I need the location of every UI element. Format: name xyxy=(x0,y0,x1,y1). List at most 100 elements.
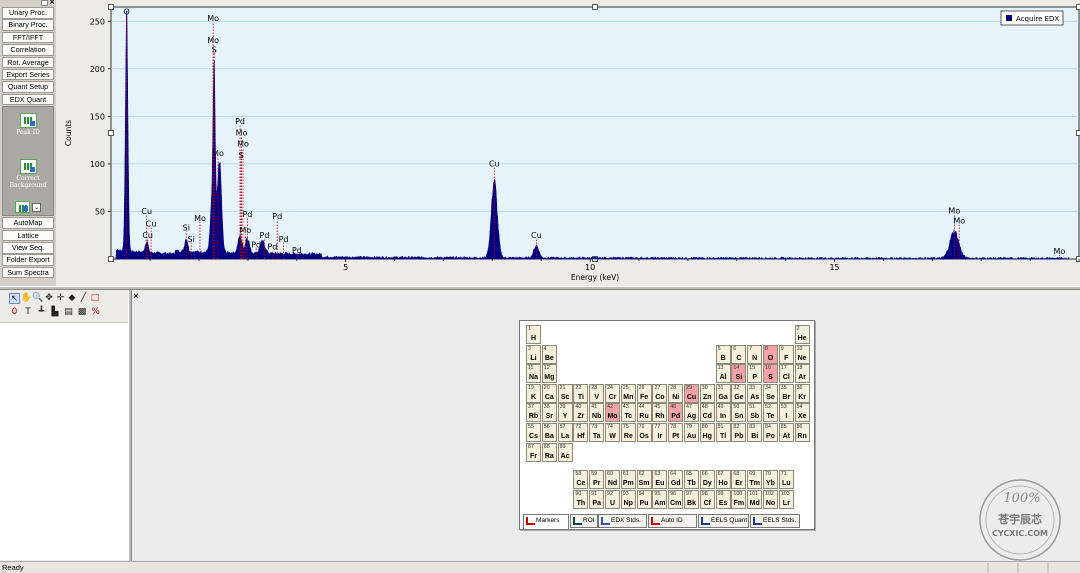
marker-label-mo[interactable]: Mo xyxy=(1054,247,1066,256)
element-rb[interactable]: 37 Rb xyxy=(526,403,541,423)
marker-label-mo[interactable]: Mo xyxy=(240,226,252,235)
element-at[interactable]: 85 At xyxy=(778,423,794,442)
element-v[interactable]: 23 V xyxy=(589,383,605,403)
element-ti[interactable]: 22 Ti xyxy=(573,383,589,403)
element-as[interactable]: 33 As xyxy=(747,383,763,403)
element-pu[interactable]: 94 Pu xyxy=(636,489,652,509)
rect-icon[interactable]: □ xyxy=(90,293,101,304)
resize-handle[interactable] xyxy=(1076,4,1080,10)
element-o[interactable]: 8O xyxy=(763,344,778,364)
element-i[interactable]: 53 I xyxy=(778,403,794,423)
marker-label-cu[interactable]: Cu xyxy=(142,231,153,240)
element-na[interactable]: 11 Na xyxy=(526,364,541,384)
sum-spectra-button[interactable]: Sum Spectra xyxy=(2,266,54,279)
element-s[interactable]: 16 S xyxy=(763,364,778,384)
element-in[interactable]: 49 In xyxy=(715,403,731,423)
hand-pan-icon[interactable]: ✋ xyxy=(21,293,32,304)
line-icon[interactable]: ╱ xyxy=(78,293,89,304)
marker-label-s[interactable]: S xyxy=(212,46,217,55)
element-ra[interactable]: 88 Ra xyxy=(541,442,557,462)
element-ir[interactable]: 77 Ir xyxy=(652,423,668,442)
element-mn[interactable]: 25 Mn xyxy=(620,383,636,403)
element-br[interactable]: 35 Br xyxy=(778,383,794,403)
tab-eels-stds[interactable]: EELS Stds. xyxy=(750,514,800,528)
zoom-icon[interactable]: 🔍 xyxy=(32,293,43,304)
element-p[interactable]: 15 P xyxy=(747,364,763,384)
zero-marker-icon[interactable]: 0 xyxy=(9,307,20,318)
element-np[interactable]: 93 Np xyxy=(620,489,636,509)
resize-handle[interactable] xyxy=(592,4,598,10)
select-arrow-icon[interactable]: ↖ xyxy=(9,293,20,304)
element-zn[interactable]: 30 Zn xyxy=(699,383,715,403)
element-ca[interactable]: 20 Ca xyxy=(541,383,557,403)
element-ce[interactable]: 58 Ce xyxy=(573,470,589,490)
element-y[interactable]: 39 Y xyxy=(557,403,573,423)
marker-label-cu[interactable]: Cu xyxy=(489,160,500,169)
element-mg[interactable]: 12 Mg xyxy=(541,364,557,384)
element-rn[interactable]: 86 Rn xyxy=(794,423,810,442)
element-fr[interactable]: 87 Fr xyxy=(526,442,541,462)
close-icon[interactable]: × xyxy=(49,0,55,6)
percent-icon[interactable]: % xyxy=(90,307,101,318)
element-cl[interactable]: 17 Cl xyxy=(778,364,794,384)
correlation-button[interactable]: Correlation xyxy=(2,44,54,56)
element-nd[interactable]: 60 Nd xyxy=(605,470,620,490)
element-n[interactable]: 7N xyxy=(747,344,763,364)
element-sb[interactable]: 51 Sb xyxy=(747,403,763,423)
element-kr[interactable]: 36 Kr xyxy=(794,383,810,403)
element-ho[interactable]: 67 Ho xyxy=(715,470,731,490)
binary-proc-button[interactable]: Binary Proc. xyxy=(2,19,54,31)
element-no[interactable]: 102 No xyxy=(763,489,778,509)
element-bk[interactable]: 97 Bk xyxy=(684,489,699,509)
marker-label-pd[interactable]: Pd xyxy=(272,212,282,221)
marker-label-o[interactable]: O xyxy=(123,8,129,17)
element-ni[interactable]: 28 Ni xyxy=(668,383,684,403)
element-xe[interactable]: 54 Xe xyxy=(794,403,810,423)
marker-label-pd[interactable]: Pd xyxy=(267,242,277,251)
marker-label-mo[interactable]: Mo xyxy=(194,214,206,223)
element-pt[interactable]: 78 Pt xyxy=(668,423,684,442)
automap-button[interactable]: AutoMap xyxy=(2,217,54,229)
chevron-down-icon[interactable]: ⌄ xyxy=(31,203,41,213)
marker-label-mo[interactable]: Mo xyxy=(212,149,224,158)
element-se[interactable]: 34 Se xyxy=(763,383,778,403)
marker-label-cu[interactable]: Cu xyxy=(146,220,157,229)
element-lu[interactable]: 71 Lu xyxy=(778,470,794,490)
element-he[interactable]: 2 He xyxy=(794,325,810,344)
unary-proc-button[interactable]: Unary Proc. xyxy=(2,7,54,19)
bar-icon[interactable]: ▙ xyxy=(50,307,61,318)
element-th[interactable]: 90 Th xyxy=(573,489,589,509)
element-ac[interactable]: 89 Ac xyxy=(557,442,573,462)
element-b[interactable]: 5B xyxy=(715,344,731,364)
element-ga[interactable]: 31 Ga xyxy=(715,383,731,403)
element-sc[interactable]: 21 Sc xyxy=(557,383,573,403)
element-tm[interactable]: 69 Tm xyxy=(747,470,763,490)
element-ru[interactable]: 44 Ru xyxy=(636,403,652,423)
element-sr[interactable]: 38 Sr xyxy=(541,403,557,423)
element-bi[interactable]: 83 Bi xyxy=(747,423,763,442)
element-es[interactable]: 99 Es xyxy=(715,489,731,509)
element-ar[interactable]: 18 Ar xyxy=(794,364,810,384)
grid-icon[interactable]: ▩ xyxy=(77,307,88,318)
element-co[interactable]: 27 Co xyxy=(652,383,668,403)
marker-label-mo[interactable]: Mo xyxy=(207,36,219,45)
tab-markers[interactable]: Markers xyxy=(523,514,569,529)
view-seq-button[interactable]: View Seq. xyxy=(2,242,54,254)
peak-id-button[interactable]: Peak ID xyxy=(3,113,53,136)
fft-ifft-button[interactable]: FFT/IFFT xyxy=(2,31,54,44)
element-si[interactable]: 14 Si xyxy=(731,364,747,384)
marker-label-pd[interactable]: Pd xyxy=(260,231,270,240)
element-pb[interactable]: 82 Pb xyxy=(731,423,747,442)
tab-eels-quant[interactable]: EELS Quant xyxy=(698,514,749,528)
marker-label-cu[interactable]: Cu xyxy=(141,207,152,216)
resize-handle[interactable] xyxy=(108,4,114,10)
element-h[interactable]: 1H xyxy=(526,325,541,344)
marker-label-pd[interactable]: Pd xyxy=(279,235,289,244)
element-eu[interactable]: 63 Eu xyxy=(652,470,668,490)
spectrum-chart[interactable]: 50 100 150 200 250 5 10 15 Energy (keV) Counts O Cu… xyxy=(57,0,1080,286)
resize-handle[interactable] xyxy=(108,256,114,262)
element-gd[interactable]: 64 Gd xyxy=(668,470,684,490)
more-tools-button[interactable]: ⌄ xyxy=(3,201,53,215)
marker-label-cu[interactable]: Cu xyxy=(531,231,542,240)
quant-setup-button[interactable]: Quant Setup xyxy=(2,81,54,93)
